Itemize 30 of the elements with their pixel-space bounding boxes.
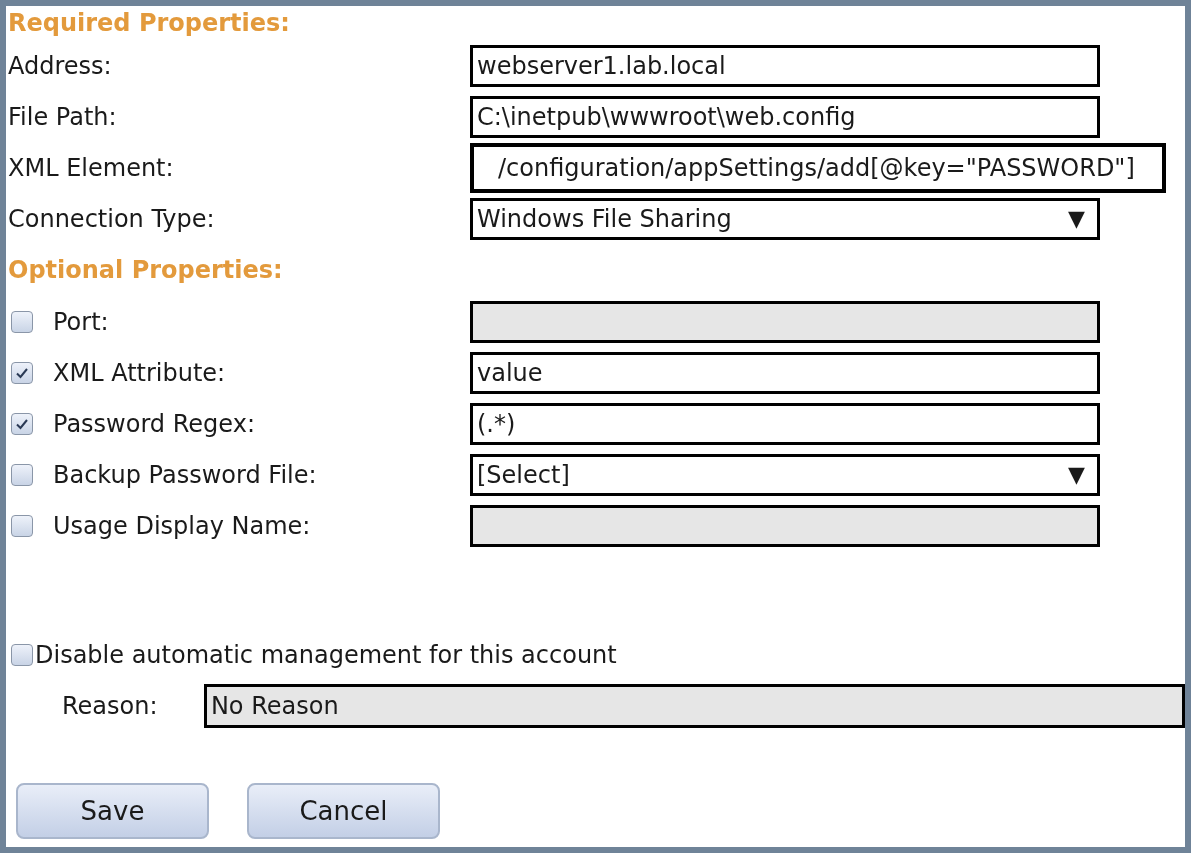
checkbox[interactable] — [11, 361, 33, 384]
input-field[interactable]: webserver1.lab.local — [470, 44, 1100, 87]
input-field[interactable]: value — [470, 351, 1100, 394]
section-heading: Optional Properties: — [8, 255, 284, 286]
section-heading: Required Properties: — [8, 8, 291, 39]
field-label: Reason: — [62, 690, 159, 722]
field-label: XML Element: — [8, 152, 175, 184]
field-label: Backup Password File: — [53, 459, 317, 491]
checkbox[interactable] — [11, 412, 33, 435]
checkbox-label: Disable automatic management for this account — [35, 639, 617, 671]
dropdown-value: [Select] — [477, 459, 570, 491]
dropdown[interactable]: Windows File Sharing ▼ — [470, 197, 1100, 240]
input-field[interactable]: (.*) — [470, 402, 1100, 445]
dropdown-value: Windows File Sharing — [477, 203, 732, 235]
field-label: Password Regex: — [53, 408, 255, 440]
field-label: Connection Type: — [8, 203, 216, 235]
checkbox[interactable] — [11, 463, 33, 486]
form-button[interactable]: Cancel — [247, 783, 440, 839]
checkbox[interactable] — [11, 643, 33, 666]
field-label: Address: — [8, 50, 113, 82]
dropdown[interactable]: [Select] ▼ — [470, 453, 1100, 496]
form-button[interactable]: Save — [16, 783, 209, 839]
input-field[interactable]: /configuration/appSettings/add[@key="PASSWORD"] — [470, 142, 1166, 193]
field-label: XML Attribute: — [53, 357, 226, 389]
field-label: Usage Display Name: — [53, 510, 311, 542]
input-field[interactable]: C:\inetpub\wwwroot\web.config — [470, 95, 1100, 138]
dropdown-arrow: ▼ — [1068, 461, 1085, 489]
field-label: Port: — [53, 306, 109, 338]
dropdown-arrow: ▼ — [1068, 205, 1085, 233]
field-label: File Path: — [8, 101, 118, 133]
